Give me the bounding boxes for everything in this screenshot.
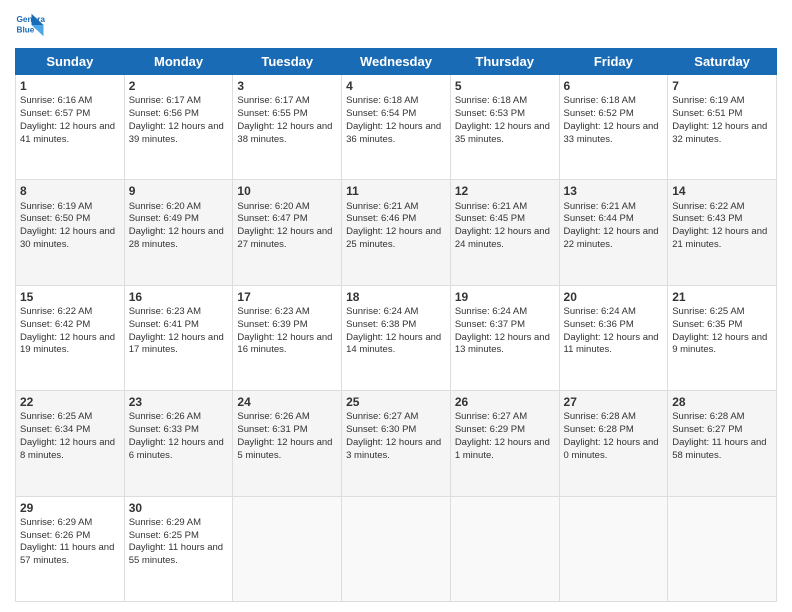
calendar-day-5: 5Sunrise: 6:18 AMSunset: 6:53 PMDaylight… [450, 75, 559, 180]
logo-icon: General Blue [15, 10, 45, 40]
svg-text:Blue: Blue [17, 26, 35, 35]
calendar-day-23: 23Sunrise: 6:26 AMSunset: 6:33 PMDayligh… [124, 391, 233, 496]
day-number: 8 [20, 183, 120, 199]
calendar-day-6: 6Sunrise: 6:18 AMSunset: 6:52 PMDaylight… [559, 75, 668, 180]
day-number: 14 [672, 183, 772, 199]
empty-cell [233, 496, 342, 601]
day-header-wednesday: Wednesday [342, 49, 451, 75]
day-header-thursday: Thursday [450, 49, 559, 75]
calendar-day-8: 8Sunrise: 6:19 AMSunset: 6:50 PMDaylight… [16, 180, 125, 285]
day-number: 4 [346, 78, 446, 94]
day-number: 24 [237, 394, 337, 410]
day-number: 3 [237, 78, 337, 94]
calendar-day-25: 25Sunrise: 6:27 AMSunset: 6:30 PMDayligh… [342, 391, 451, 496]
day-number: 27 [564, 394, 664, 410]
logo: General Blue [15, 10, 45, 40]
day-number: 12 [455, 183, 555, 199]
calendar-day-28: 28Sunrise: 6:28 AMSunset: 6:27 PMDayligh… [668, 391, 777, 496]
calendar-day-26: 26Sunrise: 6:27 AMSunset: 6:29 PMDayligh… [450, 391, 559, 496]
day-header-saturday: Saturday [668, 49, 777, 75]
calendar-week-4: 22Sunrise: 6:25 AMSunset: 6:34 PMDayligh… [16, 391, 777, 496]
header: General Blue [15, 10, 777, 40]
svg-text:General: General [17, 15, 46, 24]
calendar-day-30: 30Sunrise: 6:29 AMSunset: 6:25 PMDayligh… [124, 496, 233, 601]
day-number: 16 [129, 289, 229, 305]
day-number: 29 [20, 500, 120, 516]
calendar-day-12: 12Sunrise: 6:21 AMSunset: 6:45 PMDayligh… [450, 180, 559, 285]
day-number: 17 [237, 289, 337, 305]
day-number: 18 [346, 289, 446, 305]
page: General Blue SundayMondayTuesdayWednesda… [0, 0, 792, 612]
empty-cell [668, 496, 777, 601]
day-header-tuesday: Tuesday [233, 49, 342, 75]
day-number: 26 [455, 394, 555, 410]
calendar-day-1: 1Sunrise: 6:16 AMSunset: 6:57 PMDaylight… [16, 75, 125, 180]
day-number: 30 [129, 500, 229, 516]
day-number: 11 [346, 183, 446, 199]
calendar-day-11: 11Sunrise: 6:21 AMSunset: 6:46 PMDayligh… [342, 180, 451, 285]
calendar-day-20: 20Sunrise: 6:24 AMSunset: 6:36 PMDayligh… [559, 285, 668, 390]
calendar-header-row: SundayMondayTuesdayWednesdayThursdayFrid… [16, 49, 777, 75]
day-number: 6 [564, 78, 664, 94]
calendar-day-2: 2Sunrise: 6:17 AMSunset: 6:56 PMDaylight… [124, 75, 233, 180]
day-header-monday: Monday [124, 49, 233, 75]
day-number: 22 [20, 394, 120, 410]
day-number: 15 [20, 289, 120, 305]
calendar-week-3: 15Sunrise: 6:22 AMSunset: 6:42 PMDayligh… [16, 285, 777, 390]
calendar-day-4: 4Sunrise: 6:18 AMSunset: 6:54 PMDaylight… [342, 75, 451, 180]
day-number: 20 [564, 289, 664, 305]
day-number: 10 [237, 183, 337, 199]
calendar-week-5: 29Sunrise: 6:29 AMSunset: 6:26 PMDayligh… [16, 496, 777, 601]
day-number: 19 [455, 289, 555, 305]
empty-cell [559, 496, 668, 601]
calendar-day-14: 14Sunrise: 6:22 AMSunset: 6:43 PMDayligh… [668, 180, 777, 285]
calendar-week-2: 8Sunrise: 6:19 AMSunset: 6:50 PMDaylight… [16, 180, 777, 285]
calendar-day-27: 27Sunrise: 6:28 AMSunset: 6:28 PMDayligh… [559, 391, 668, 496]
day-number: 23 [129, 394, 229, 410]
calendar-day-29: 29Sunrise: 6:29 AMSunset: 6:26 PMDayligh… [16, 496, 125, 601]
day-header-friday: Friday [559, 49, 668, 75]
day-number: 5 [455, 78, 555, 94]
day-number: 28 [672, 394, 772, 410]
day-number: 25 [346, 394, 446, 410]
calendar: SundayMondayTuesdayWednesdayThursdayFrid… [15, 48, 777, 602]
calendar-day-13: 13Sunrise: 6:21 AMSunset: 6:44 PMDayligh… [559, 180, 668, 285]
calendar-day-17: 17Sunrise: 6:23 AMSunset: 6:39 PMDayligh… [233, 285, 342, 390]
day-number: 1 [20, 78, 120, 94]
calendar-day-15: 15Sunrise: 6:22 AMSunset: 6:42 PMDayligh… [16, 285, 125, 390]
calendar-day-24: 24Sunrise: 6:26 AMSunset: 6:31 PMDayligh… [233, 391, 342, 496]
day-header-sunday: Sunday [16, 49, 125, 75]
calendar-day-22: 22Sunrise: 6:25 AMSunset: 6:34 PMDayligh… [16, 391, 125, 496]
calendar-day-10: 10Sunrise: 6:20 AMSunset: 6:47 PMDayligh… [233, 180, 342, 285]
calendar-day-7: 7Sunrise: 6:19 AMSunset: 6:51 PMDaylight… [668, 75, 777, 180]
day-number: 21 [672, 289, 772, 305]
calendar-day-19: 19Sunrise: 6:24 AMSunset: 6:37 PMDayligh… [450, 285, 559, 390]
calendar-day-21: 21Sunrise: 6:25 AMSunset: 6:35 PMDayligh… [668, 285, 777, 390]
calendar-day-9: 9Sunrise: 6:20 AMSunset: 6:49 PMDaylight… [124, 180, 233, 285]
day-number: 2 [129, 78, 229, 94]
calendar-week-1: 1Sunrise: 6:16 AMSunset: 6:57 PMDaylight… [16, 75, 777, 180]
calendar-day-3: 3Sunrise: 6:17 AMSunset: 6:55 PMDaylight… [233, 75, 342, 180]
empty-cell [450, 496, 559, 601]
day-number: 13 [564, 183, 664, 199]
day-number: 9 [129, 183, 229, 199]
day-number: 7 [672, 78, 772, 94]
empty-cell [342, 496, 451, 601]
calendar-day-16: 16Sunrise: 6:23 AMSunset: 6:41 PMDayligh… [124, 285, 233, 390]
calendar-day-18: 18Sunrise: 6:24 AMSunset: 6:38 PMDayligh… [342, 285, 451, 390]
